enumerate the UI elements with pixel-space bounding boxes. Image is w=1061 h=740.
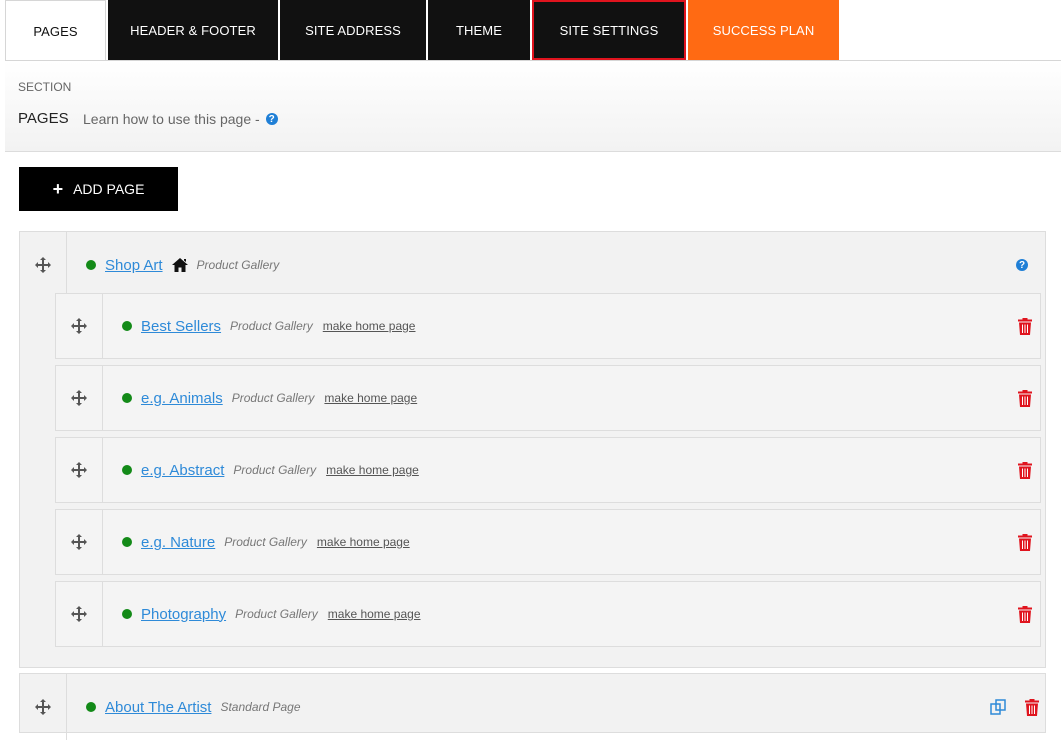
question-circle-icon[interactable]: ? xyxy=(265,113,278,125)
tab-site-address[interactable]: SITE ADDRESS xyxy=(280,0,426,60)
tab-bar: PAGES HEADER & FOOTER SITE ADDRESS THEME… xyxy=(5,0,841,61)
page-link-nature[interactable]: e.g. Nature xyxy=(141,534,215,551)
tab-pages[interactable]: PAGES xyxy=(5,0,106,61)
tab-theme[interactable]: THEME xyxy=(428,0,530,60)
page-link-shop-art[interactable]: Shop Art xyxy=(105,257,163,274)
trash-icon[interactable] xyxy=(1018,605,1032,623)
trash-icon[interactable] xyxy=(1018,317,1032,335)
page-row-nature: e.g. Nature Product Gallery make home pa… xyxy=(55,509,1041,575)
page-group-about-the-artist: About The Artist Standard Page xyxy=(19,673,1046,740)
drag-handle-icon[interactable] xyxy=(20,674,67,740)
plus-icon: + xyxy=(52,179,64,199)
page-type: Product Gallery xyxy=(233,463,317,477)
add-page-button[interactable]: + ADD PAGE xyxy=(19,167,178,211)
page-row-content: Photography Product Gallery make home pa… xyxy=(122,582,421,646)
page-row-content: Best Sellers Product Gallery make home p… xyxy=(122,294,415,358)
row-actions xyxy=(1018,366,1032,430)
page-type: Product Gallery xyxy=(235,607,318,621)
drag-handle-icon[interactable] xyxy=(56,510,103,574)
drag-handle-icon[interactable] xyxy=(56,366,103,430)
tab-header-footer[interactable]: HEADER & FOOTER xyxy=(108,0,278,60)
section-header: SECTION PAGES Learn how to use this page… xyxy=(5,60,1061,152)
home-icon xyxy=(171,258,188,272)
tab-site-settings[interactable]: SITE SETTINGS xyxy=(532,0,686,60)
trash-icon[interactable] xyxy=(1018,533,1032,551)
page-type: Standard Page xyxy=(220,700,301,714)
page-row-best-sellers: Best Sellers Product Gallery make home p… xyxy=(55,293,1041,359)
row-actions xyxy=(1018,294,1032,358)
tab-success-plan[interactable]: SUCCESS PLAN xyxy=(688,0,839,60)
status-dot xyxy=(122,537,132,547)
drag-handle-icon[interactable] xyxy=(20,232,67,298)
page-row-content: e.g. Abstract Product Gallery make home … xyxy=(122,438,419,502)
status-dot xyxy=(86,702,96,712)
make-home-page-link[interactable]: make home page xyxy=(324,391,417,405)
page-row-shop-art: Shop Art Product Gallery ? xyxy=(20,232,1045,298)
page-link-animals[interactable]: e.g. Animals xyxy=(141,390,223,407)
drag-handle-icon[interactable] xyxy=(56,294,103,358)
row-actions: ? xyxy=(1016,232,1028,298)
page-row-abstract: e.g. Abstract Product Gallery make home … xyxy=(55,437,1041,503)
status-dot xyxy=(86,260,96,270)
page-row-animals: e.g. Animals Product Gallery make home p… xyxy=(55,365,1041,431)
make-home-page-link[interactable]: make home page xyxy=(326,463,419,477)
add-page-label: ADD PAGE xyxy=(73,181,145,197)
make-home-page-link[interactable]: make home page xyxy=(317,535,410,549)
row-actions xyxy=(990,674,1039,740)
page-row-photography: Photography Product Gallery make home pa… xyxy=(55,581,1041,647)
row-actions xyxy=(1018,510,1032,574)
make-home-page-link[interactable]: make home page xyxy=(323,319,416,333)
status-dot xyxy=(122,321,132,331)
page-group-shop-art: Shop Art Product Gallery ? Best Sellers … xyxy=(19,231,1046,668)
drag-handle-icon[interactable] xyxy=(56,438,103,502)
page-row-content: About The Artist Standard Page xyxy=(86,674,301,740)
page-type: Product Gallery xyxy=(230,319,313,333)
trash-icon[interactable] xyxy=(1025,698,1039,716)
page-row-about-the-artist: About The Artist Standard Page xyxy=(20,674,1045,740)
page-link-photography[interactable]: Photography xyxy=(141,606,226,623)
page-type: Product Gallery xyxy=(231,391,315,405)
duplicate-icon[interactable] xyxy=(990,699,1006,715)
status-dot xyxy=(122,393,132,403)
page-row-content: e.g. Nature Product Gallery make home pa… xyxy=(122,510,410,574)
question-circle-icon[interactable]: ? xyxy=(1016,259,1028,271)
page-type: Product Gallery xyxy=(196,258,280,272)
status-dot xyxy=(122,465,132,475)
page-link-about-the-artist[interactable]: About The Artist xyxy=(105,699,211,716)
section-title: PAGES xyxy=(18,110,69,127)
page-link-abstract[interactable]: e.g. Abstract xyxy=(141,462,224,479)
trash-icon[interactable] xyxy=(1018,389,1032,407)
row-actions xyxy=(1018,582,1032,646)
status-dot xyxy=(122,609,132,619)
make-home-page-link[interactable]: make home page xyxy=(328,607,421,621)
trash-icon[interactable] xyxy=(1018,461,1032,479)
section-label: SECTION xyxy=(18,80,72,94)
drag-handle-icon[interactable] xyxy=(56,582,103,646)
learn-text: Learn how to use this page - xyxy=(83,111,260,127)
page-link-best-sellers[interactable]: Best Sellers xyxy=(141,318,221,335)
row-actions xyxy=(1018,438,1032,502)
learn-link-row: Learn how to use this page - ? xyxy=(83,111,278,127)
page-type: Product Gallery xyxy=(224,535,307,549)
page-row-content: Shop Art Product Gallery xyxy=(86,232,279,298)
page-row-content: e.g. Animals Product Gallery make home p… xyxy=(122,366,417,430)
